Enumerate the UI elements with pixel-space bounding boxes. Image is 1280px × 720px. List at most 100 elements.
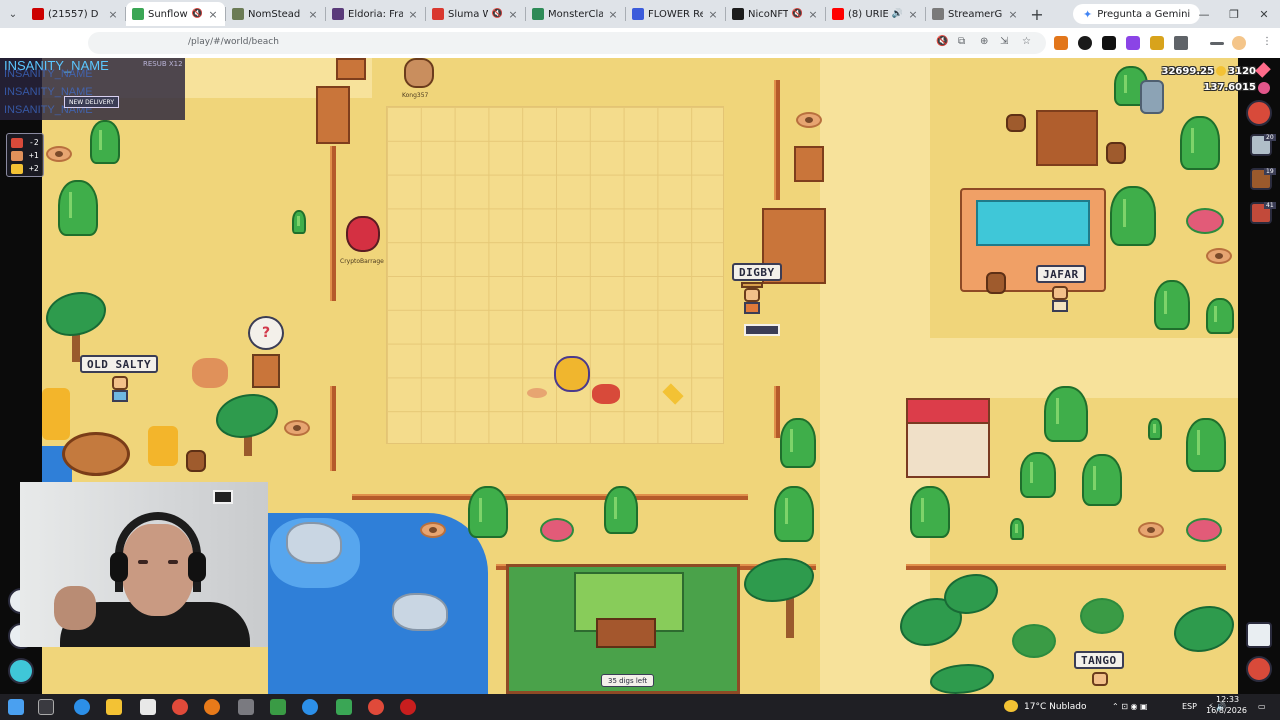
mail-icon[interactable]	[140, 699, 156, 715]
app-icon[interactable]	[238, 699, 254, 715]
tab-close-icon[interactable]: ×	[1007, 8, 1019, 21]
settings-gear-button[interactable]	[1246, 656, 1272, 682]
dig-hole[interactable]	[284, 420, 310, 436]
browser-tab[interactable]: (8) URIEL 🔊 ×	[826, 2, 925, 26]
tab-close-icon[interactable]: ×	[707, 8, 719, 21]
windows-start-icon[interactable]	[8, 699, 24, 715]
x-extension-icon[interactable]	[1102, 36, 1116, 50]
profile-avatar[interactable]	[1232, 36, 1246, 50]
notifications-icon[interactable]: ▭	[1258, 702, 1266, 711]
barrel	[186, 450, 206, 472]
edge-icon[interactable]	[302, 699, 318, 715]
quest-npc[interactable]	[252, 354, 280, 388]
tab-close-icon[interactable]: ×	[907, 8, 919, 21]
flower-bush	[1012, 624, 1056, 658]
tab-audio-icon[interactable]: 🔇	[792, 9, 803, 19]
chrome-icon[interactable]	[172, 699, 188, 715]
reading-list-icon[interactable]	[1210, 42, 1224, 45]
ask-gemini-label: Pregunta a Gemini	[1097, 8, 1191, 20]
extension-icon[interactable]	[1078, 36, 1092, 50]
journal-button[interactable]	[1246, 622, 1272, 648]
buffs-panel[interactable]: -2 +1 +2	[6, 133, 44, 177]
file-explorer-icon[interactable]	[106, 699, 122, 715]
streamer-webcam	[20, 482, 268, 647]
tab-search-chevron-icon[interactable]: ⌄	[0, 0, 26, 28]
tab-close-icon[interactable]: ×	[407, 8, 419, 21]
main-player-character[interactable]	[554, 356, 590, 392]
translate-icon[interactable]: ⧉	[958, 36, 965, 47]
browser-tab[interactable]: Eldoria: Fractu ×	[326, 2, 425, 26]
app-icon[interactable]	[270, 699, 286, 715]
cooking-stove[interactable]	[1036, 110, 1098, 166]
dig-hole[interactable]	[796, 112, 822, 128]
dig-hole[interactable]	[1206, 248, 1232, 264]
dig-spot[interactable]	[527, 388, 547, 398]
input-language[interactable]: ESP	[1182, 702, 1197, 711]
url-text[interactable]: /play/#/world/beach	[188, 37, 279, 47]
tab-close-icon[interactable]: ×	[607, 8, 619, 21]
browser-tab[interactable]: MonsterClash ×	[526, 2, 625, 26]
dig-hole[interactable]	[1138, 522, 1164, 538]
obs-icon[interactable]	[400, 699, 416, 715]
tab-close-icon[interactable]: ×	[507, 8, 519, 21]
tab-audio-icon[interactable]: 🔇	[492, 9, 503, 19]
excel-icon[interactable]	[336, 699, 352, 715]
cactus	[1206, 298, 1234, 334]
extension-icon[interactable]	[1150, 36, 1164, 50]
palm-tree	[46, 292, 106, 336]
browser-tab[interactable]: Sluma Wo 🔇 ×	[426, 2, 525, 26]
new-tab-button[interactable]: +	[1025, 2, 1049, 26]
world-travel-button[interactable]	[8, 658, 34, 684]
metamask-extension-icon[interactable]	[1054, 36, 1068, 50]
close-window-button[interactable]: ✕	[1248, 0, 1280, 28]
dig-hole[interactable]	[420, 522, 446, 538]
browser-tab[interactable]: Sunflower 🔇 ×	[126, 2, 225, 26]
browser-tab[interactable]: (21557) D ×	[26, 2, 125, 26]
tab-close-icon[interactable]: ×	[207, 8, 219, 21]
firefox-icon[interactable]	[204, 699, 220, 715]
quest-bubble[interactable]: ?	[248, 316, 284, 350]
crate	[794, 146, 824, 182]
maximize-button[interactable]: ❐	[1218, 0, 1250, 28]
greenhouse-door[interactable]	[596, 618, 656, 648]
cactus	[1180, 116, 1220, 170]
browser-tab[interactable]: NicoNFT S 🔇 ×	[726, 2, 825, 26]
copilot-icon[interactable]	[74, 699, 90, 715]
fence-post	[774, 80, 780, 200]
tab-audio-icon[interactable]: 🔇	[192, 9, 203, 19]
browser-tab[interactable]: NomStead ×	[226, 2, 325, 26]
browser-tab[interactable]: FLOWER Real ×	[626, 2, 725, 26]
zoom-icon[interactable]: ⊕	[980, 36, 988, 47]
clock-time[interactable]: 12:33	[1216, 695, 1239, 704]
clock-date[interactable]: 16/8/2026	[1206, 706, 1247, 715]
tab-close-icon[interactable]: ×	[107, 8, 119, 21]
dig-hole[interactable]	[46, 146, 72, 162]
player-kong357[interactable]	[404, 58, 434, 88]
bookmark-star-icon[interactable]: ☆	[1022, 36, 1031, 47]
tab-audio-icon[interactable]: 🔊	[892, 9, 903, 19]
browser-menu-icon[interactable]: ⋮	[1262, 36, 1272, 47]
npc-head	[1092, 672, 1108, 686]
tray-icons[interactable]: ⌃ ⊡ ◉ ▣	[1112, 702, 1148, 711]
buff-icon	[11, 151, 23, 161]
install-app-icon[interactable]: ⇲	[1000, 36, 1008, 47]
player-cryptobarrage[interactable]	[346, 216, 380, 252]
tab-favicon-icon	[632, 8, 644, 20]
tab-title: Eldoria: Fractu	[348, 8, 403, 20]
headset-earcup	[110, 552, 128, 582]
chrome-active-icon[interactable]	[368, 699, 384, 715]
weather-text[interactable]: 17°C Nublado	[1024, 702, 1086, 712]
mute-site-icon[interactable]: 🔇	[936, 36, 948, 47]
minimize-button[interactable]: —	[1188, 0, 1220, 28]
tab-favicon-icon	[232, 8, 244, 20]
new-delivery-badge[interactable]: NEW DELIVERY	[64, 96, 119, 108]
tab-close-icon[interactable]: ×	[807, 8, 819, 21]
task-view-icon[interactable]	[38, 699, 54, 715]
ask-gemini-button[interactable]: ✦ Pregunta a Gemini	[1073, 4, 1201, 24]
shop-button[interactable]	[1246, 100, 1272, 126]
crab-treasure[interactable]	[592, 384, 620, 404]
extensions-puzzle-icon[interactable]	[1174, 36, 1188, 50]
twitch-extension-icon[interactable]	[1126, 36, 1140, 50]
tab-close-icon[interactable]: ×	[307, 8, 319, 21]
browser-tab[interactable]: StreamerGive ×	[926, 2, 1025, 26]
